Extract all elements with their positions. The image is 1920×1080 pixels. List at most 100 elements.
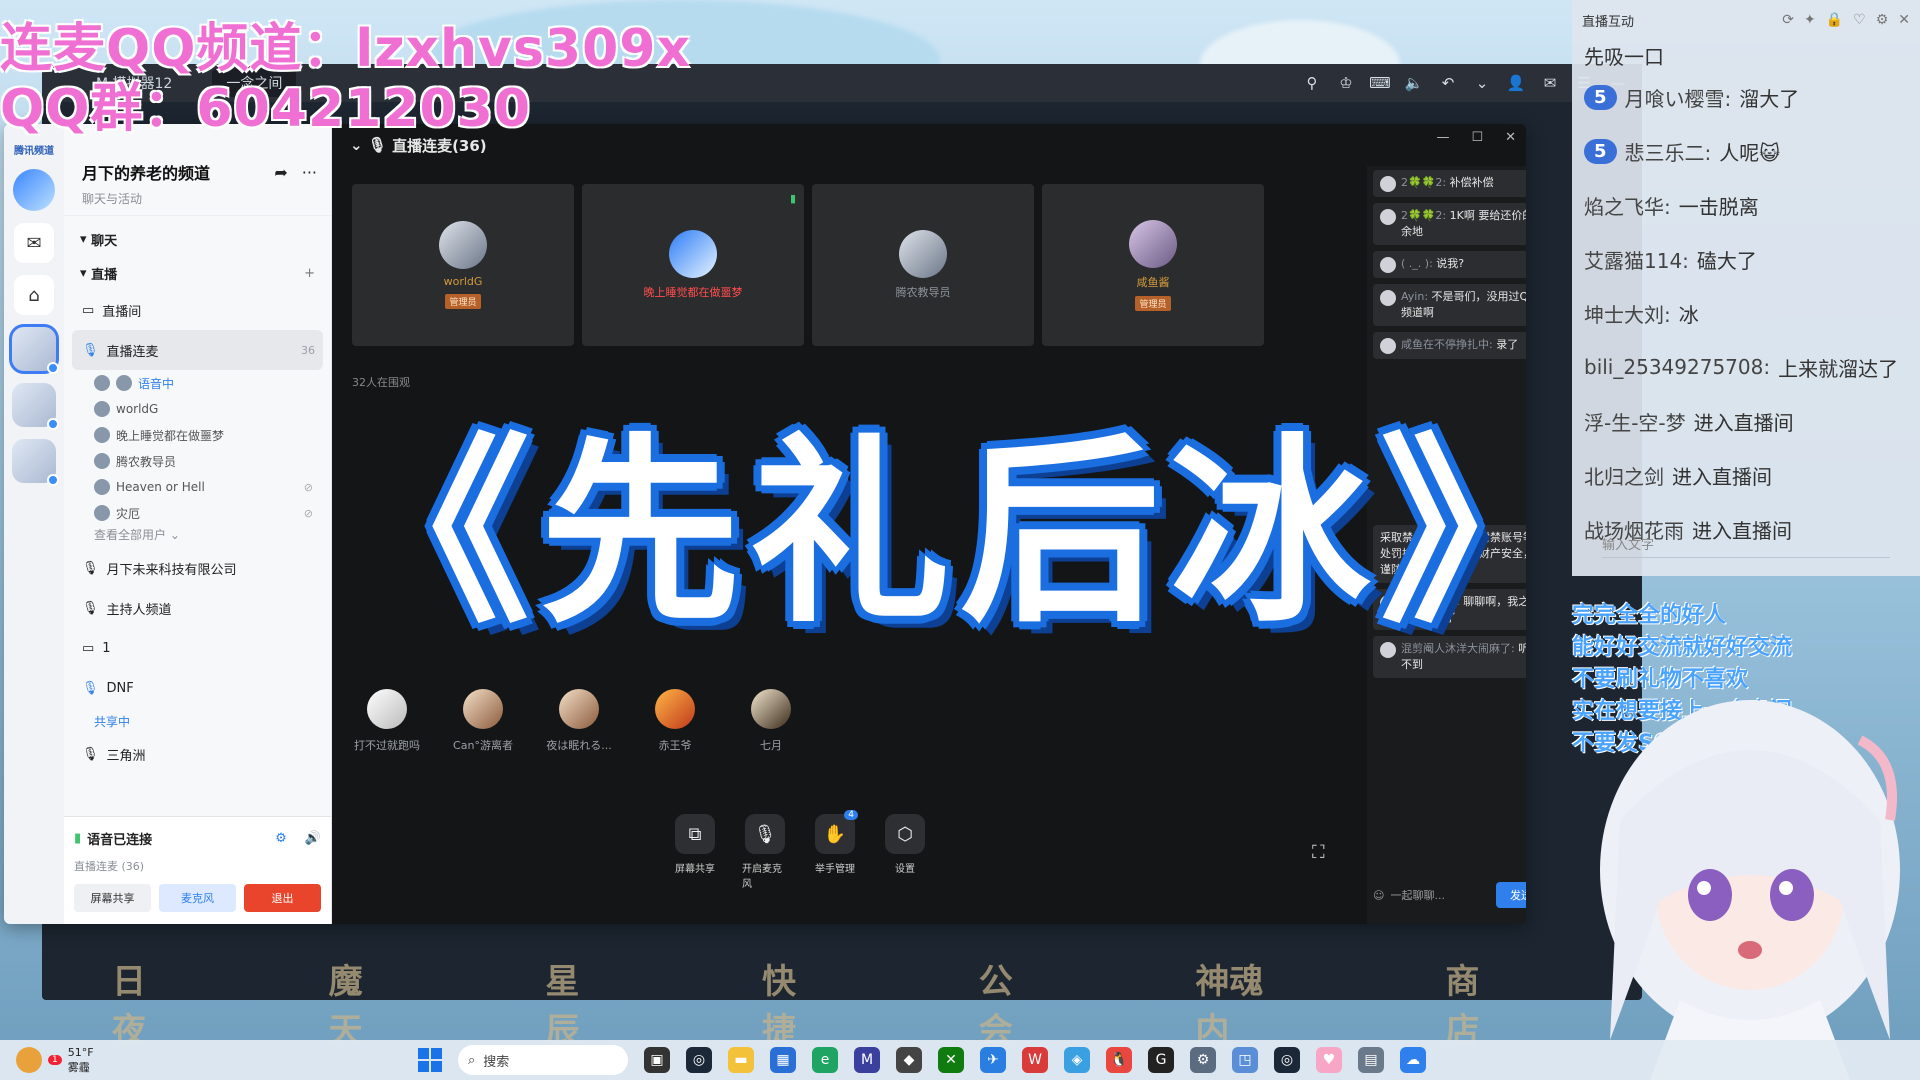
list-item[interactable]: worldG [72, 396, 323, 422]
maximize-icon[interactable]: ☐ [1471, 130, 1483, 145]
view-all-users[interactable]: 查看全部用户 ⌄ [72, 526, 323, 548]
weather-widget[interactable]: 1 51°F 雾霾 [16, 1046, 94, 1075]
game-menu-item[interactable]: 商店 [1445, 954, 1512, 1052]
guild-icon[interactable] [12, 383, 59, 430]
chat-input[interactable]: 一起聊聊... [1390, 887, 1445, 903]
member-name: 腾农教导员 [116, 454, 177, 469]
crown-icon[interactable]: ♔ [1336, 73, 1356, 93]
game-menu-item[interactable]: 快捷 [762, 954, 829, 1052]
share-icon[interactable]: ➦ [274, 163, 287, 182]
mail-icon[interactable]: ✉ [14, 223, 54, 263]
app-icon[interactable]: W [1022, 1047, 1048, 1073]
mic-seat[interactable]: 咸鱼酱 管理员 [1042, 184, 1264, 346]
taskbar-search[interactable]: ⌕ 搜索 [458, 1045, 628, 1075]
channel-company[interactable]: 🎙 月下未来科技有限公司 [72, 548, 323, 588]
screen-share-button[interactable]: ⧉ 屏幕共享 [672, 814, 718, 890]
audience-member[interactable]: 打不过就跑吗 [352, 689, 422, 753]
admin-badge: 管理员 [445, 294, 481, 309]
game-menu-item[interactable]: 日夜 [112, 954, 179, 1052]
app-icon[interactable]: G [1148, 1047, 1174, 1073]
pin-icon[interactable]: ✦ [1804, 12, 1816, 28]
raise-hand-button[interactable]: 4 ✋ 举手管理 [812, 810, 858, 890]
windows-start-icon[interactable] [418, 1048, 442, 1072]
app-icon[interactable]: ▤ [1358, 1047, 1384, 1073]
mic-button[interactable]: 麦克风 [159, 884, 236, 912]
game-menu-item[interactable]: 魔天 [329, 954, 396, 1052]
refresh-icon[interactable]: ⟳ [1782, 12, 1794, 28]
adjust-icon[interactable]: ⚙ [275, 831, 287, 846]
add-icon[interactable]: + [304, 266, 315, 281]
app-icon[interactable]: ♥ [1316, 1047, 1342, 1073]
danmaku-input[interactable]: 输入文字 [1602, 534, 1890, 558]
app-icon[interactable]: ◆ [896, 1047, 922, 1073]
mic-seat[interactable]: worldG 管理员 [352, 184, 574, 346]
close-icon[interactable]: ✕ [1505, 130, 1516, 145]
settings-button[interactable]: ⬡ 设置 [882, 814, 928, 890]
store-icon[interactable]: ▦ [770, 1047, 796, 1073]
pin-icon[interactable]: ⚲ [1302, 73, 1322, 93]
keyboard-icon[interactable]: ⌨ [1369, 73, 1391, 93]
audience-member[interactable]: 夜は眠れる... [544, 689, 614, 753]
mic-seat[interactable]: 腾农教导员 [812, 184, 1034, 346]
group-live[interactable]: ▾ 直播 + [72, 256, 323, 290]
steam-icon[interactable]: ◎ [686, 1047, 712, 1073]
channel-one[interactable]: ▭ 1 [72, 628, 323, 668]
audience-member[interactable]: Can°游离者 [448, 689, 518, 753]
app-icon[interactable]: M [854, 1047, 880, 1073]
avatar[interactable] [13, 169, 55, 211]
guild-icon[interactable] [12, 439, 59, 486]
mail-icon[interactable]: ✉ [1540, 73, 1560, 93]
gear-icon[interactable]: ⚙ [1190, 1047, 1216, 1073]
xbox-icon[interactable]: ✕ [938, 1047, 964, 1073]
audience-member[interactable]: 赤王爷 [640, 689, 710, 753]
close-icon[interactable]: ✕ [1898, 12, 1910, 28]
danmaku-text: 磕大了 [1696, 248, 1757, 273]
lock-icon[interactable]: 🔒 [1826, 12, 1843, 28]
emoji-icon[interactable]: ☺ [1373, 889, 1384, 902]
filter-icon[interactable]: ♡ [1853, 12, 1866, 28]
qq-icon[interactable]: 🐧 [1106, 1047, 1132, 1073]
audience-member[interactable]: 七月 [736, 689, 806, 753]
caret-icon: ▾ [80, 265, 92, 281]
send-button[interactable]: 发送 [1496, 882, 1526, 908]
channel-delta[interactable]: 🎙 三角洲 [72, 734, 323, 774]
list-item[interactable]: 晚上睡觉都在做噩梦 [72, 422, 323, 448]
list-item[interactable]: 灾厄 ⊘ [72, 500, 323, 526]
speaker-icon[interactable]: 🔊 [305, 831, 321, 846]
fullscreen-icon[interactable]: ⛶ [1312, 842, 1325, 863]
game-menu-item[interactable]: 神魂内 [1195, 954, 1295, 1052]
task-view-icon[interactable]: ▣ [644, 1047, 670, 1073]
channel-host[interactable]: 🎙 主持人频道 [72, 588, 323, 628]
group-chat[interactable]: ▾ 聊天 [72, 222, 323, 256]
list-item[interactable]: 腾农教导员 [72, 448, 323, 474]
undo-icon[interactable]: ↶ [1438, 73, 1458, 93]
app-icon[interactable]: ◳ [1232, 1047, 1258, 1073]
app-icon[interactable]: ✈ [980, 1047, 1006, 1073]
chat-user: 咸鱼在不停挣扎中: [1401, 337, 1493, 351]
danmaku-message: 坤士大刘: 冰 [1584, 286, 1908, 340]
edge-icon[interactable]: e [812, 1047, 838, 1073]
channel-live-mic[interactable]: 🎙 直播连麦 36 [72, 330, 323, 370]
volume-icon[interactable]: 🔈 [1404, 73, 1424, 93]
steam-icon[interactable]: ◎ [1274, 1047, 1300, 1073]
channel-dnf[interactable]: 🎙 DNF [72, 668, 323, 708]
game-menu-item[interactable]: 星辰 [545, 954, 612, 1052]
folder-icon[interactable]: ▬ [728, 1047, 754, 1073]
list-item[interactable]: Heaven or Hell ⊘ [72, 474, 323, 500]
app-icon[interactable]: ◈ [1064, 1047, 1090, 1073]
exit-button[interactable]: 退出 [244, 884, 321, 912]
screen-share-button[interactable]: 屏幕共享 [74, 884, 151, 912]
user-icon[interactable]: 👤 [1506, 73, 1526, 93]
mic-seat[interactable]: ▮ 晚上睡觉都在做噩梦 [582, 184, 804, 346]
chevron-down-icon[interactable]: ⌄ [1472, 73, 1492, 93]
minimize-icon[interactable]: — [1436, 130, 1449, 145]
channel-live-room[interactable]: ▭ 直播间 [72, 290, 323, 330]
home-icon[interactable]: ⌂ [14, 275, 54, 315]
app-icon[interactable]: ☁ [1400, 1047, 1426, 1073]
guild-icon-current[interactable] [9, 324, 59, 374]
more-icon[interactable]: ··· [302, 163, 317, 182]
mic-toggle-button[interactable]: 🎙 开启麦克风 [742, 814, 788, 890]
gear-icon[interactable]: ⚙ [1876, 12, 1889, 28]
avatar [367, 689, 407, 729]
game-menu-item[interactable]: 公会 [979, 954, 1046, 1052]
